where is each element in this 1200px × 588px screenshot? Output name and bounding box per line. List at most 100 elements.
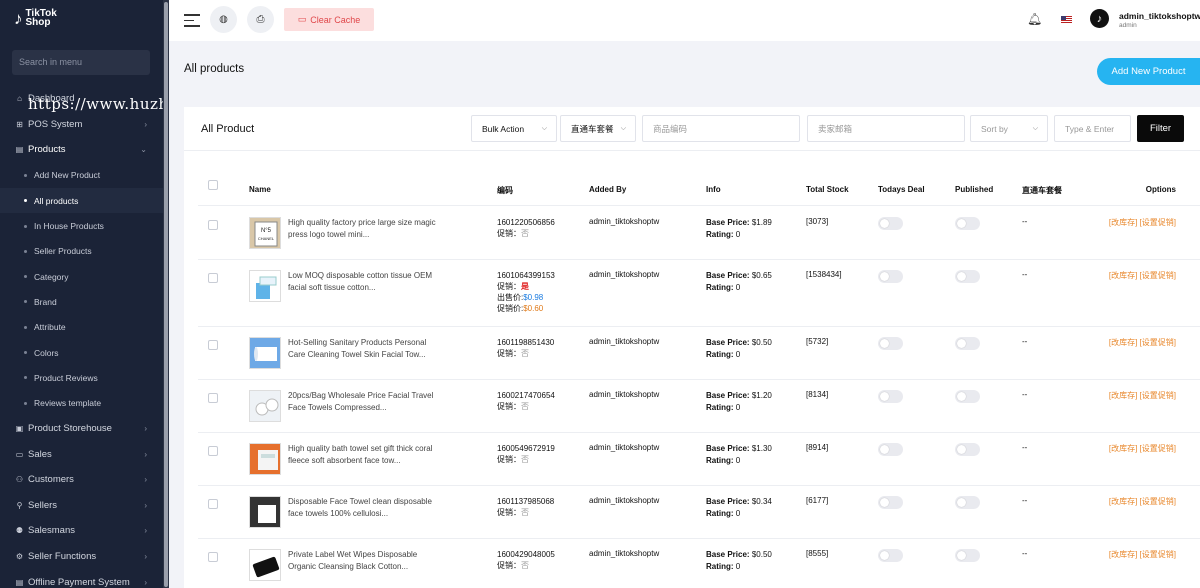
col-header-code[interactable]: 编码 (497, 185, 513, 196)
sort-by-select[interactable]: Sort by ⌵ (970, 115, 1048, 142)
todays-deal-toggle[interactable] (878, 217, 903, 230)
sidebar-subitem-colors[interactable]: Colors (0, 340, 163, 365)
chevron-right-icon: › (144, 577, 147, 587)
hamburger-menu-icon[interactable] (184, 14, 200, 31)
bulk-action-dropdown[interactable]: Bulk Action ⌵ (471, 115, 557, 142)
col-header-package[interactable]: 直通车套餐 (1022, 185, 1062, 196)
product-name[interactable]: High quality factory price large size ma… (288, 217, 440, 241)
col-header-published[interactable]: Published (955, 185, 993, 194)
promo-price-label: 促销价: (497, 304, 524, 313)
published-toggle[interactable] (955, 443, 980, 456)
watermark-url: https://www.huzhan.com/ishop15319 (28, 95, 163, 113)
product-code: 1601220506856 (497, 218, 555, 227)
todays-deal-toggle[interactable] (878, 549, 903, 562)
published-toggle[interactable] (955, 337, 980, 350)
product-code: 1601137985068 (497, 497, 555, 506)
notification-bell-icon[interactable]: 🔔︎ (1027, 12, 1042, 26)
todays-deal-toggle[interactable] (878, 270, 903, 283)
sidebar-subitem-attribute[interactable]: Attribute (0, 315, 163, 340)
sidebar-item-product-storehouse[interactable]: ▣ Product Storehouse › (0, 416, 163, 442)
avatar[interactable]: ♪ (1090, 9, 1109, 28)
product-name[interactable]: Private Label Wet Wipes Disposable Organ… (288, 549, 440, 573)
product-name[interactable]: Low MOQ disposable cotton tissue OEM fac… (288, 270, 440, 294)
sidebar-item-pos-system[interactable]: ⊞ POS System › (0, 112, 163, 138)
todays-deal-toggle[interactable] (878, 337, 903, 350)
sidebar-item-sales[interactable]: ▭ Sales › (0, 441, 163, 467)
product-name[interactable]: Disposable Face Towel clean disposable f… (288, 496, 440, 520)
col-header-name[interactable]: Name (249, 185, 271, 194)
row-options-links[interactable]: [改库存] [设置促销] (1109, 496, 1176, 507)
user-name[interactable]: admin_tiktokshoptw (1119, 11, 1200, 21)
add-new-product-button[interactable]: Add New Product (1097, 58, 1200, 85)
chevron-right-icon: › (144, 475, 147, 485)
row-options-links[interactable]: [改库存] [设置促销] (1109, 217, 1176, 228)
sidebar-subitem-add-new-product[interactable]: Add New Product (0, 163, 163, 188)
sidebar-item-products[interactable]: ▤ Products ⌄ (0, 137, 163, 163)
row-options-links[interactable]: [改库存] [设置促销] (1109, 337, 1176, 348)
row-options-links[interactable]: [改库存] [设置促销] (1109, 390, 1176, 401)
row-options-links[interactable]: [改库存] [设置促销] (1109, 270, 1176, 281)
sidebar-item-salesmans[interactable]: ⚉ Salesmans › (0, 518, 163, 544)
product-code-input[interactable]: 商品编码 (642, 115, 800, 142)
sidebar-scrollbar-thumb[interactable] (164, 2, 168, 587)
tiktok-shop-logo[interactable]: ♪ TikTok Shop (14, 9, 57, 28)
sidebar-item-sellers[interactable]: ⚲ Sellers › (0, 493, 163, 519)
sidebar-subitem-category[interactable]: Category (0, 264, 163, 289)
sidebar-subitem-in-house-products[interactable]: In House Products (0, 213, 163, 238)
product-name[interactable]: High quality bath towel set gift thick c… (288, 443, 440, 467)
row-checkbox[interactable] (208, 552, 218, 562)
product-thumbnail[interactable] (249, 549, 281, 581)
sidebar-subitem-brand[interactable]: Brand (0, 289, 163, 314)
menu-search-input[interactable]: Search in menu (12, 50, 150, 75)
sidebar-subitem-product-reviews[interactable]: Product Reviews (0, 365, 163, 390)
us-flag-icon[interactable] (1061, 16, 1072, 24)
product-thumbnail[interactable] (249, 270, 281, 302)
product-thumbnail[interactable]: N°5 CHANEL (249, 217, 281, 249)
row-checkbox[interactable] (208, 499, 218, 509)
col-header-options[interactable]: Options (1146, 185, 1176, 194)
published-toggle[interactable] (955, 270, 980, 283)
row-checkbox[interactable] (208, 273, 218, 283)
col-header-added-by[interactable]: Added By (589, 185, 626, 194)
published-toggle[interactable] (955, 496, 980, 509)
globe-button[interactable]: ◍ (210, 6, 237, 33)
search-input[interactable]: Type & Enter (1054, 115, 1131, 142)
col-header-todays-deal[interactable]: Todays Deal (878, 185, 925, 194)
row-options-links[interactable]: [改库存] [设置促销] (1109, 443, 1176, 454)
published-toggle[interactable] (955, 549, 980, 562)
todays-deal-toggle[interactable] (878, 443, 903, 456)
package-select[interactable]: 直通车套餐 ⌵ (560, 115, 636, 142)
filter-button[interactable]: Filter (1137, 115, 1184, 142)
select-all-checkbox[interactable] (208, 180, 218, 190)
todays-deal-toggle[interactable] (878, 496, 903, 509)
published-toggle[interactable] (955, 217, 980, 230)
product-thumbnail[interactable] (249, 337, 281, 369)
sidebar-subitem-all-products[interactable]: All products (0, 188, 163, 214)
col-header-total-stock[interactable]: Total Stock (806, 185, 849, 194)
row-checkbox[interactable] (208, 393, 218, 403)
row-checkbox[interactable] (208, 340, 218, 350)
clear-cache-button[interactable]: ▭ Clear Cache (284, 8, 374, 31)
product-name[interactable]: Hot-Selling Sanitary Products Personal C… (288, 337, 440, 361)
sidebar-subitem-reviews-template[interactable]: Reviews template (0, 390, 163, 415)
sidebar-item-customers[interactable]: ⚇ Customers › (0, 467, 163, 493)
product-thumbnail[interactable] (249, 496, 281, 528)
product-name[interactable]: 20pcs/Bag Wholesale Price Facial Travel … (288, 390, 440, 414)
promo-value: 是 (521, 282, 529, 291)
sidebar-subitem-seller-products[interactable]: Seller Products (0, 239, 163, 264)
row-options-links[interactable]: [改库存] [设置促销] (1109, 549, 1176, 560)
published-toggle[interactable] (955, 390, 980, 403)
sidebar-item-offline-payment-system[interactable]: ▤ Offline Payment System › (0, 569, 163, 588)
seller-email-input[interactable]: 卖家邮箱 (807, 115, 965, 142)
base-price-label: Base Price: (706, 391, 750, 400)
product-thumbnail[interactable] (249, 390, 281, 422)
bullet-icon (24, 401, 27, 405)
row-checkbox[interactable] (208, 220, 218, 230)
print-button[interactable]: ⎙ (247, 6, 274, 33)
sidebar-subitem-label: Brand (34, 296, 57, 307)
row-checkbox[interactable] (208, 446, 218, 456)
todays-deal-toggle[interactable] (878, 390, 903, 403)
product-thumbnail[interactable] (249, 443, 281, 475)
sidebar-item-seller-functions[interactable]: ⚙ Seller Functions › (0, 544, 163, 570)
col-header-info[interactable]: Info (706, 185, 721, 194)
